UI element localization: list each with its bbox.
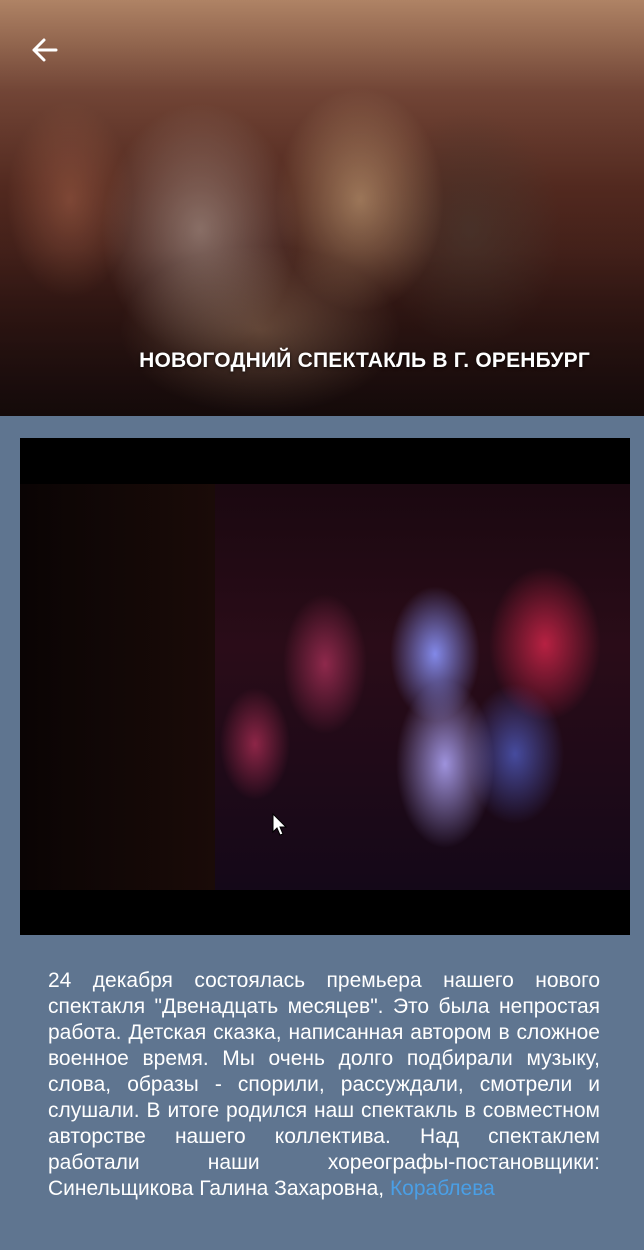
mouse-cursor-icon	[272, 813, 288, 836]
author-link[interactable]: Кораблева	[390, 1177, 495, 1200]
article-body: 24 декабря состоялась премьера нашего но…	[48, 968, 600, 1202]
hero-banner: НОВОГОДНИЙ СПЕКТАКЛЬ В Г. ОРЕНБУРГ	[0, 0, 644, 416]
page-title: НОВОГОДНИЙ СПЕКТАКЛЬ В Г. ОРЕНБУРГ	[139, 349, 590, 372]
photo-backstage-dark	[20, 484, 215, 890]
article-photo[interactable]	[20, 438, 630, 935]
article-text: 24 декабря состоялась премьера нашего но…	[48, 969, 600, 1200]
back-button[interactable]	[22, 30, 66, 70]
arrow-left-icon	[32, 38, 58, 62]
